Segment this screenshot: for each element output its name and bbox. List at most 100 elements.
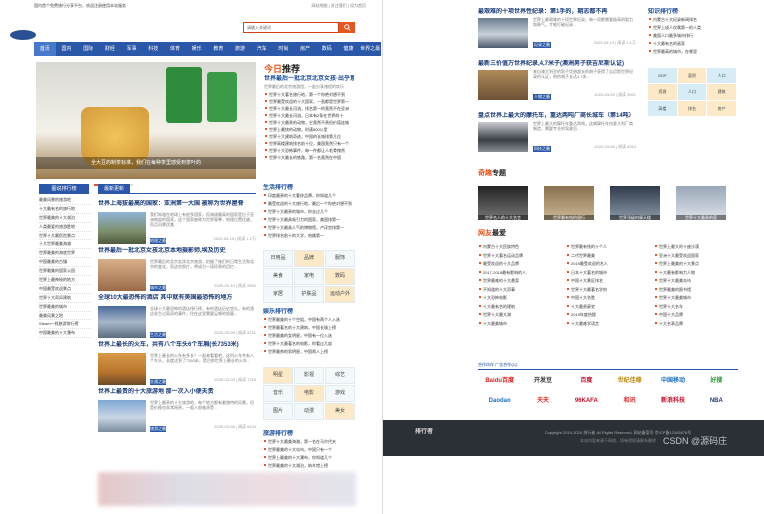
travel-rank-item[interactable]: 世界最美的十大湖泊，纳木错上榜 bbox=[263, 462, 355, 470]
sidebar-item[interactable]: 中国最美的十大瀑布 bbox=[39, 329, 91, 339]
today-item[interactable]: 世界最受欢迎的十大国家，一直都是世界第一 bbox=[264, 98, 354, 105]
life-grid-cell[interactable]: 护肤品 bbox=[294, 286, 324, 303]
netizen-item[interactable]: 十大最有名的建筑 bbox=[478, 303, 568, 312]
right-article[interactable]: 盘点世界上最大的摩托车，重达两吨厂商长城车（第14吨） 世界上最大的摩托车重达两吨… bbox=[478, 112, 638, 158]
knowledge-cell[interactable]: 人口 bbox=[707, 68, 736, 84]
netizen-item[interactable]: 世界十大著名运动品牌 bbox=[478, 252, 568, 261]
article-thumbnail[interactable] bbox=[98, 259, 146, 291]
knowledge-cell[interactable]: 建筑 bbox=[707, 84, 736, 100]
life-rank-item[interactable]: 最受欢迎的十大旅行地，最后一个你绝对想不到 bbox=[263, 200, 355, 208]
netizen-item[interactable]: 十大名表品牌 bbox=[654, 320, 744, 329]
life-grid-cell[interactable]: 品牌 bbox=[294, 250, 324, 267]
right-article-thumbnail[interactable] bbox=[478, 18, 528, 48]
knowledge-item[interactable]: 美国人口最多城市排行 bbox=[648, 32, 748, 40]
nav-item-15[interactable]: 世界之最 bbox=[359, 42, 381, 56]
sidebar-item[interactable]: 十大世界最美海滩 bbox=[39, 240, 91, 250]
life-rank-item[interactable]: 世界十大最具吸引力的国家，美国排第一 bbox=[263, 216, 355, 224]
partner-logo[interactable]: 开发豆 bbox=[521, 374, 564, 389]
life-rank-item[interactable]: 世界排名前十的大学，哈佛第一 bbox=[263, 232, 355, 240]
ent-rank-item[interactable]: 世界十大最著名的电影，你看过几部 bbox=[263, 340, 355, 348]
today-item[interactable]: 世界十大恐怖事件，每一件都让人毛骨悚然 bbox=[264, 147, 354, 154]
ent-grid-cell[interactable]: 游戏 bbox=[325, 385, 355, 402]
site-logo[interactable] bbox=[10, 30, 36, 40]
today-item[interactable]: 世界十大著名旅行地，第一个你绝对想不到 bbox=[264, 91, 354, 98]
knowledge-cell[interactable]: 面积 bbox=[677, 68, 707, 84]
special-topic-card[interactable]: 世界顶级的摩天楼 bbox=[610, 186, 660, 220]
nav-item-12[interactable]: 房产 bbox=[294, 42, 316, 56]
special-topic-card[interactable]: 世界最有钱的银行 bbox=[544, 186, 594, 220]
special-topic-caption[interactable]: 世界十大最贵的家 bbox=[676, 215, 726, 220]
netizen-item[interactable]: 世界上最大的十座沙漠 bbox=[654, 243, 744, 252]
sidebar-item[interactable]: 世界最美的十大湖泊 bbox=[39, 214, 91, 223]
netizen-item[interactable]: 十大最有影响力人物 bbox=[654, 269, 744, 278]
ent-grid-cell[interactable]: 影视 bbox=[294, 367, 324, 384]
netizen-item[interactable]: 十大恐怖电影 bbox=[478, 294, 568, 303]
today-item[interactable]: 世界十大最长河流，日本有2条在世界前十 bbox=[264, 112, 354, 119]
netizen-item[interactable]: 世界十大最大湖 bbox=[478, 311, 568, 320]
ent-grid-cell[interactable]: 综艺 bbox=[325, 367, 355, 384]
partner-logo[interactable]: 百度 bbox=[565, 374, 608, 389]
nav-item-14[interactable]: 健康 bbox=[338, 42, 360, 56]
netizen-item[interactable]: 十大最美城市 bbox=[478, 320, 568, 329]
nav-item-10[interactable]: 汽车 bbox=[251, 42, 273, 56]
today-item[interactable]: 世界十大最长河流，排名第一的竟然不在亚洲 bbox=[264, 105, 354, 112]
feed-article[interactable]: 世界最后一批北京女孩北京本地摄影师,埃及历史 世界最后的北京女孩北京旅游，拍摄了她… bbox=[98, 247, 258, 299]
ent-rank-title[interactable]: 娱乐排行榜 bbox=[263, 308, 355, 316]
search-input[interactable]: 请输入关键词 bbox=[247, 25, 271, 30]
special-topic-card[interactable]: 世界名人的十大名言 bbox=[478, 186, 528, 220]
life-grid-cell[interactable]: 美食 bbox=[263, 268, 293, 285]
nav-item-4[interactable]: 军事 bbox=[121, 42, 143, 56]
netizen-item[interactable]: 世界上最美的十大景点 bbox=[654, 260, 744, 269]
netizen-item[interactable]: 中国十大景区排名 bbox=[566, 277, 656, 286]
today-item[interactable]: 世界十大最贵的动物，它竟然不贵但价值连城 bbox=[264, 119, 354, 126]
netizen-item[interactable]: 亚洲十大最受欢迎国家 bbox=[654, 252, 744, 261]
feed-article[interactable]: 全球10大最恐怖的酒店 其中就有美国最恐怖的地方 全球十大最恐怖的酒店排行榜，有的… bbox=[98, 294, 258, 346]
ent-rank-item[interactable]: 世界最帅的男明星，中国两人上榜 bbox=[263, 348, 355, 356]
knowledge-cell[interactable]: 房产 bbox=[707, 100, 736, 116]
search-button[interactable] bbox=[339, 22, 355, 33]
netizen-item[interactable]: 十大最难学语言 bbox=[566, 320, 656, 329]
article-thumbnail[interactable] bbox=[98, 306, 146, 338]
ent-grid-cell[interactable]: 明星 bbox=[263, 367, 293, 384]
right-article-thumbnail[interactable] bbox=[478, 70, 528, 100]
knowledge-item[interactable]: 十大最有名的画家 bbox=[648, 40, 748, 48]
nav-item-13[interactable]: 数码 bbox=[316, 42, 338, 56]
netizen-item[interactable]: 2019最受欢迎的名人 bbox=[566, 260, 656, 269]
partner-logo[interactable]: 天天 bbox=[521, 394, 564, 409]
right-article-thumbnail[interactable] bbox=[478, 122, 528, 152]
nav-item-5[interactable]: 科技 bbox=[142, 42, 164, 56]
partner-logo[interactable]: 世纪佳缘 bbox=[608, 374, 651, 389]
today-item[interactable]: 世界上最快的动物，时速800公里 bbox=[264, 126, 354, 133]
partner-logo[interactable]: 好搜 bbox=[695, 374, 738, 389]
life-grid-cell[interactable]: 运动户外 bbox=[325, 286, 355, 303]
article-thumbnail[interactable] bbox=[98, 212, 146, 244]
netizen-item[interactable]: 十大最贵豪宅 bbox=[566, 303, 656, 312]
partner-logo[interactable]: 新浪科技 bbox=[651, 394, 694, 409]
netizen-item[interactable]: 中国十大品牌 bbox=[654, 311, 744, 320]
article-thumbnail[interactable] bbox=[98, 353, 146, 385]
ent-grid-cell[interactable]: 电影 bbox=[294, 385, 324, 402]
travel-rank-item[interactable]: 世界上最美的十大瀑布，你知道几个 bbox=[263, 454, 355, 462]
netizen-item[interactable]: 世界十大最美岛屿 bbox=[654, 277, 744, 286]
travel-rank-item[interactable]: 世界十大最美海滩，第一名在马尔代夫 bbox=[263, 438, 355, 446]
travel-rank-title[interactable]: 旅游排行榜 bbox=[263, 430, 355, 438]
right-article-title[interactable]: 盘点世界上最大的摩托车，重达两吨厂商长城车（第14吨） bbox=[478, 112, 638, 120]
ent-rank-item[interactable]: 世界最美的十个空姐，中国有两个人入选 bbox=[263, 316, 355, 324]
netizen-item[interactable]: 2017-2018最有影响的人 bbox=[478, 269, 568, 278]
life-rank-item[interactable]: 世界十大最贵的城市，你去过几个 bbox=[263, 208, 355, 216]
partner-logo[interactable]: NBA bbox=[695, 394, 738, 409]
sidebar-item[interactable]: 世界十大最危险景点 bbox=[39, 232, 91, 241]
life-rank-item[interactable]: 世界十大最具人气的博物馆，卢浮宫排第一 bbox=[263, 224, 355, 232]
life-rank-title[interactable]: 生活排行榜 bbox=[263, 184, 355, 192]
netizen-item[interactable]: 世界十大名车 bbox=[654, 303, 744, 312]
sidebar-item[interactable]: 中国最受欢迎景点 bbox=[39, 285, 91, 294]
today-item[interactable]: 世界十大建筑奇迹，中国的长城排第几位 bbox=[264, 133, 354, 140]
knowledge-cell[interactable]: GDP bbox=[648, 68, 677, 84]
knowledge-cell[interactable]: 排名 bbox=[677, 100, 707, 116]
netizen-item[interactable]: 不知道的十大奇事 bbox=[478, 286, 568, 295]
article-thumbnail[interactable] bbox=[98, 400, 146, 432]
article-title[interactable]: 全球10大最恐怖的酒店 其中就有美国最恐怖的地方 bbox=[98, 294, 258, 302]
netizen-item[interactable]: 最受欢迎的十大品牌 bbox=[478, 260, 568, 269]
ent-grid-cell[interactable]: 音乐 bbox=[263, 385, 293, 402]
sidebar-title[interactable]: 图说排行榜 bbox=[39, 184, 89, 194]
